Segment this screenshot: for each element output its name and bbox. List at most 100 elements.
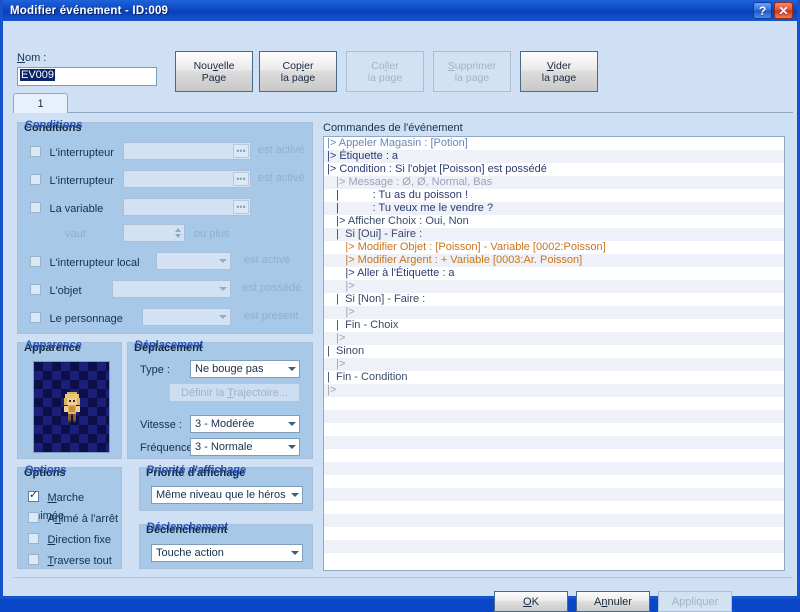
option-item-fixed-direction[interactable]: Direction fixe bbox=[28, 530, 111, 548]
command-row[interactable]: |> Modifier Objet : [Poisson] - Variable… bbox=[324, 241, 784, 254]
commands-label: Commandes de l'événement bbox=[323, 122, 463, 134]
command-row-empty[interactable] bbox=[324, 475, 784, 488]
trigger-combo[interactable]: Touche action bbox=[151, 544, 303, 562]
chevron-down-icon-display-priority bbox=[291, 493, 299, 497]
command-row[interactable]: | Si [Oui] - Faire : bbox=[324, 228, 784, 241]
command-row-empty[interactable] bbox=[324, 449, 784, 462]
appearance-preview[interactable] bbox=[33, 361, 110, 453]
browse-icon-switch1[interactable]: ••• bbox=[233, 144, 249, 158]
command-row[interactable]: |> Étiquette : a bbox=[324, 150, 784, 163]
command-row-empty[interactable] bbox=[324, 462, 784, 475]
trigger-group: Déclenchement Déclenchement Touche actio… bbox=[139, 521, 313, 569]
name-label: Nom : bbox=[17, 52, 47, 64]
condition-checkbox-variable[interactable] bbox=[30, 202, 41, 214]
display-priority-combo[interactable]: Même niveau que le héros bbox=[151, 486, 303, 504]
ok-button[interactable]: OK bbox=[494, 591, 568, 612]
condition-checkbox-local-switch[interactable] bbox=[30, 256, 41, 268]
tab-page-1[interactable]: 1 bbox=[13, 93, 68, 113]
delete-page-button: Supprimer la page bbox=[433, 51, 511, 92]
command-row[interactable]: |> bbox=[324, 332, 784, 345]
command-row[interactable]: | : Tu as du poisson ! bbox=[324, 189, 784, 202]
commands-list[interactable]: |> Appeler Magasin : [Potion] |> Étiquett… bbox=[323, 136, 785, 571]
browse-icon-variable[interactable]: ••• bbox=[233, 200, 249, 214]
option-item-idle-anim[interactable]: Animé à l'arrêt bbox=[28, 509, 118, 527]
option-checkbox-idle-anim[interactable] bbox=[28, 512, 39, 524]
condition-row-object: L'objet bbox=[30, 281, 82, 299]
bottom-separator bbox=[13, 577, 793, 578]
trigger-group-label: Déclenchement Déclenchement bbox=[146, 521, 228, 537]
clear-page-button[interactable]: Vider la page bbox=[520, 51, 598, 92]
conditions-group-label: Conditions Conditions bbox=[24, 119, 82, 135]
display-priority-value: Même niveau que le héros bbox=[156, 489, 286, 501]
title-bar: Modifier événement - ID:009 ? ✕ bbox=[3, 0, 797, 21]
condition-field-switch2[interactable]: ••• bbox=[123, 170, 251, 188]
command-row[interactable]: |> bbox=[324, 358, 784, 371]
command-row-empty[interactable] bbox=[324, 501, 784, 514]
condition-value-stepper[interactable] bbox=[123, 224, 185, 242]
close-icon[interactable]: ✕ bbox=[774, 2, 793, 19]
command-row[interactable]: |> bbox=[324, 306, 784, 319]
movement-group-label-ghost: Déplacement bbox=[135, 339, 204, 351]
command-row-empty[interactable] bbox=[324, 423, 784, 436]
define-route-button: Définir la Trajectoire... bbox=[169, 383, 300, 402]
option-checkbox-walk-anim[interactable] bbox=[28, 489, 39, 503]
clear-page-line1: Vider bbox=[546, 59, 572, 72]
command-row[interactable]: |> Condition : Si l'objet [Poisson] est … bbox=[324, 163, 784, 176]
condition-checkbox-switch2[interactable] bbox=[30, 174, 41, 186]
name-input[interactable]: EV009 bbox=[17, 67, 157, 86]
command-row-empty[interactable] bbox=[324, 553, 784, 566]
command-row-empty[interactable] bbox=[324, 488, 784, 501]
character-sprite bbox=[63, 392, 80, 422]
movement-type-combo[interactable]: Ne bouge pas bbox=[190, 360, 300, 378]
movement-speed-combo[interactable]: 3 - Modérée bbox=[190, 415, 300, 433]
command-row[interactable]: |> bbox=[324, 384, 784, 397]
command-row[interactable]: | : Tu veux me le vendre ? bbox=[324, 202, 784, 215]
command-row[interactable]: |> Message : Ø, Ø, Normal, Bas bbox=[324, 176, 784, 189]
condition-checkbox-object[interactable] bbox=[30, 284, 41, 296]
cancel-button[interactable]: Annuler bbox=[576, 591, 650, 612]
command-row[interactable]: |> Aller à l'Étiquette : a bbox=[324, 267, 784, 280]
movement-group: Déplacement Déplacement Type : Ne bouge … bbox=[127, 339, 313, 459]
condition-field-switch1[interactable]: ••• bbox=[123, 142, 251, 160]
apply-button: Appliquer bbox=[658, 591, 732, 612]
command-row[interactable]: |> Modifier Argent : + Variable [0003:Ar… bbox=[324, 254, 784, 267]
condition-checkbox-character[interactable] bbox=[30, 312, 41, 324]
command-row-empty[interactable] bbox=[324, 527, 784, 540]
tab-underline bbox=[13, 112, 793, 113]
copy-page-button[interactable]: Copier la page bbox=[259, 51, 337, 92]
command-row-empty[interactable] bbox=[324, 410, 784, 423]
stepper-up-icon[interactable] bbox=[175, 228, 181, 232]
option-checkbox-fixed-direction[interactable] bbox=[28, 533, 39, 545]
command-row-empty[interactable] bbox=[324, 436, 784, 449]
new-page-button[interactable]: Nouvelle Page bbox=[175, 51, 253, 92]
command-row-empty[interactable] bbox=[324, 540, 784, 553]
condition-field-variable[interactable]: ••• bbox=[123, 198, 251, 216]
option-item-pass-through[interactable]: Traverse tout bbox=[28, 551, 112, 569]
command-row[interactable]: | Fin - Condition bbox=[324, 371, 784, 384]
command-row[interactable]: | Fin - Choix bbox=[324, 319, 784, 332]
condition-label-object: L'objet bbox=[49, 285, 82, 297]
movement-frequency-combo[interactable]: 3 - Normale bbox=[190, 438, 300, 456]
condition-combo-object[interactable] bbox=[112, 280, 231, 298]
command-row[interactable]: | Sinon bbox=[324, 345, 784, 358]
chevron-down-icon-character bbox=[219, 315, 227, 319]
command-row[interactable]: | Si [Non] - Faire : bbox=[324, 293, 784, 306]
copy-page-line2: la page bbox=[280, 71, 316, 84]
command-row-empty[interactable] bbox=[324, 397, 784, 410]
clear-page-line2: la page bbox=[541, 71, 577, 84]
command-row-empty[interactable] bbox=[324, 514, 784, 527]
movement-group-label: Déplacement Déplacement bbox=[134, 339, 204, 355]
condition-checkbox-switch1[interactable] bbox=[30, 146, 41, 158]
movement-type-label: Type : bbox=[140, 364, 170, 376]
option-checkbox-pass-through[interactable] bbox=[28, 554, 39, 566]
chevron-down-icon-movement-frequency bbox=[288, 445, 296, 449]
display-priority-group-label: Priorité d'affichage Priorité d'affichag… bbox=[146, 464, 246, 480]
stepper-down-icon[interactable] bbox=[175, 234, 181, 238]
condition-combo-character[interactable] bbox=[142, 308, 231, 326]
command-row[interactable]: |> Appeler Magasin : [Potion] bbox=[324, 137, 784, 150]
browse-icon-switch2[interactable]: ••• bbox=[233, 172, 249, 186]
command-row[interactable]: |> Afficher Choix : Oui, Non bbox=[324, 215, 784, 228]
condition-combo-local-switch[interactable] bbox=[156, 252, 231, 270]
help-icon[interactable]: ? bbox=[753, 2, 772, 19]
command-row[interactable]: |> bbox=[324, 280, 784, 293]
